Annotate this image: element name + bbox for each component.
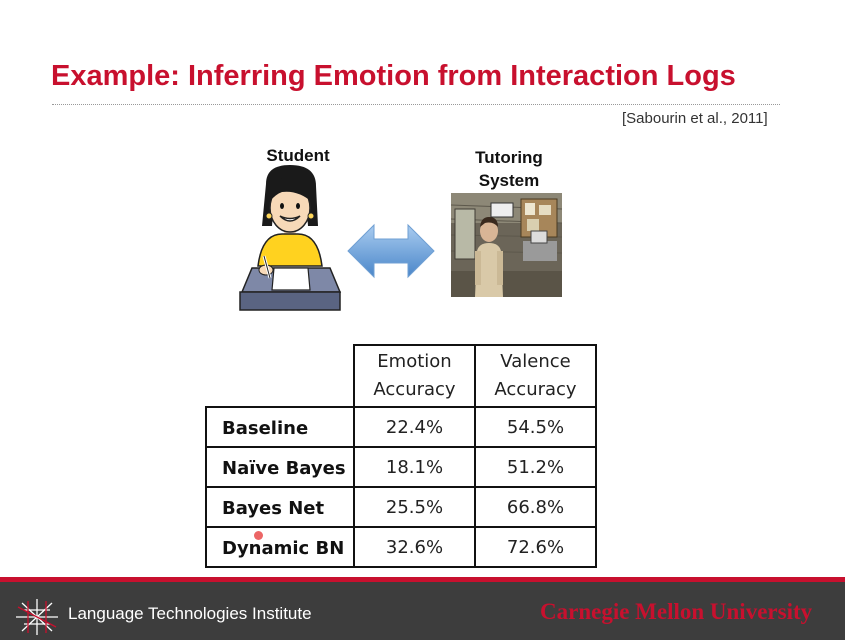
valence-accuracy-value: 66.8%: [474, 486, 597, 528]
table-corner-cell: [206, 345, 354, 407]
university-name: Carnegie Mellon University: [540, 599, 813, 624]
results-table: Emotion Accuracy Valence Accuracy Baseli…: [205, 344, 597, 568]
emotion-accuracy-value: 18.1%: [353, 446, 476, 488]
table-row: Baseline 22.4% 54.5%: [205, 406, 597, 448]
valence-accuracy-value: 54.5%: [474, 406, 597, 448]
tutor-label-line2: System: [478, 171, 540, 190]
valence-accuracy-header: Valence Accuracy: [474, 344, 597, 408]
table-row: Naïve Bayes 18.1% 51.2%: [205, 446, 597, 488]
table-row: Bayes Net 25.5% 66.8%: [205, 486, 597, 528]
valence-accuracy-value: 72.6%: [474, 526, 597, 568]
table-row: Dynamic BN 32.6% 72.6%: [205, 526, 597, 568]
citation: [Sabourin et al., 2011]: [622, 110, 768, 127]
student-illustration: [239, 165, 342, 311]
header-line: Accuracy: [373, 379, 456, 400]
row-label: Naïve Bayes: [205, 446, 355, 488]
header-line: Valence: [500, 351, 571, 372]
pointer-highlight-dot: [254, 531, 263, 540]
table-header-row: Emotion Accuracy Valence Accuracy: [206, 344, 597, 408]
title-divider: [52, 104, 780, 105]
emotion-accuracy-header: Emotion Accuracy: [353, 344, 476, 408]
header-line: Accuracy: [494, 379, 577, 400]
bidirectional-arrow-icon: [347, 223, 435, 279]
tutoring-system-label: Tutoring System: [456, 146, 562, 192]
tutoring-system-screenshot: [451, 193, 562, 297]
lti-logo-icon: [16, 599, 58, 635]
row-label: Baseline: [205, 406, 355, 448]
emotion-accuracy-value: 32.6%: [353, 526, 476, 568]
header-line: Emotion: [377, 351, 452, 372]
emotion-accuracy-value: 25.5%: [353, 486, 476, 528]
row-label: Bayes Net: [205, 486, 355, 528]
slide-footer: Language Technologies Institute Carnegie…: [0, 577, 845, 640]
row-label: Dynamic BN: [205, 526, 355, 568]
institute-name: Language Technologies Institute: [68, 604, 312, 623]
emotion-accuracy-value: 22.4%: [353, 406, 476, 448]
tutor-label-line1: Tutoring: [475, 148, 543, 167]
slide-title: Example: Inferring Emotion from Interact…: [51, 60, 736, 92]
valence-accuracy-value: 51.2%: [474, 446, 597, 488]
